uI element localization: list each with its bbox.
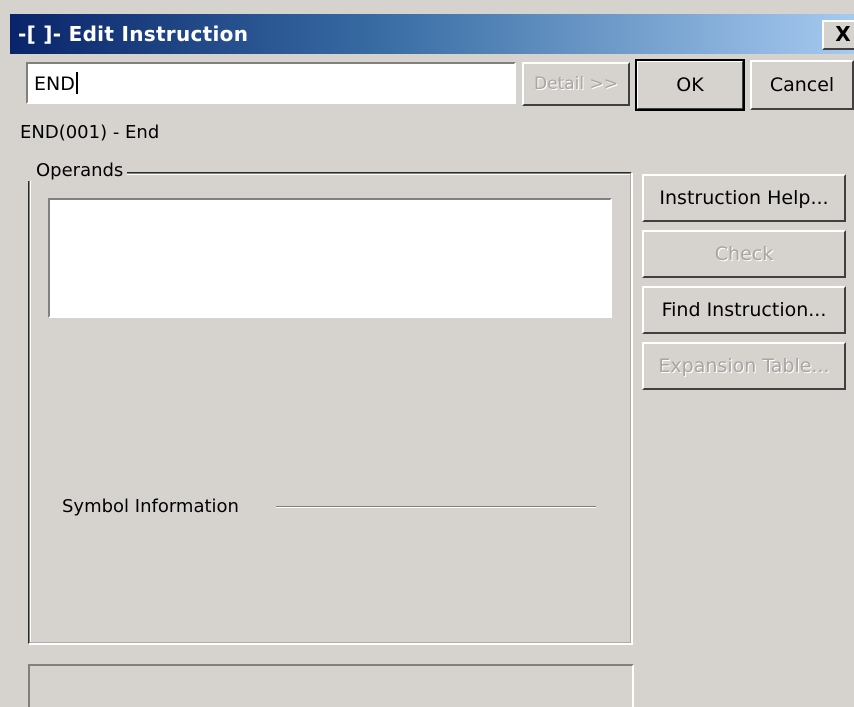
operands-legend: Operands <box>26 160 128 181</box>
status-bar <box>28 664 634 707</box>
detail-button[interactable]: Detail >> <box>522 62 630 106</box>
close-button[interactable]: X <box>822 20 854 50</box>
cancel-button[interactable]: Cancel <box>750 60 854 110</box>
expansion-table-button[interactable]: Expansion Table... <box>642 342 846 390</box>
text-caret <box>75 72 78 94</box>
dialog-title: -[ ]- Edit Instruction <box>18 22 249 46</box>
operands-list[interactable] <box>48 198 612 318</box>
instruction-description: END(001) - End <box>20 122 160 143</box>
symbol-information-divider <box>276 506 596 508</box>
instruction-input[interactable]: END <box>26 62 516 104</box>
title-bar[interactable]: -[ ]- Edit Instruction X <box>10 14 854 54</box>
edit-instruction-dialog: -[ ]- Edit Instruction X END Detail >> O… <box>0 0 854 707</box>
close-icon: X <box>835 22 851 46</box>
instruction-help-button[interactable]: Instruction Help... <box>642 174 846 222</box>
symbol-information-label: Symbol Information <box>62 496 239 517</box>
ok-button[interactable]: OK <box>635 59 745 111</box>
instruction-input-value: END <box>34 73 75 95</box>
check-button[interactable]: Check <box>642 230 846 278</box>
find-instruction-button[interactable]: Find Instruction... <box>642 286 846 334</box>
